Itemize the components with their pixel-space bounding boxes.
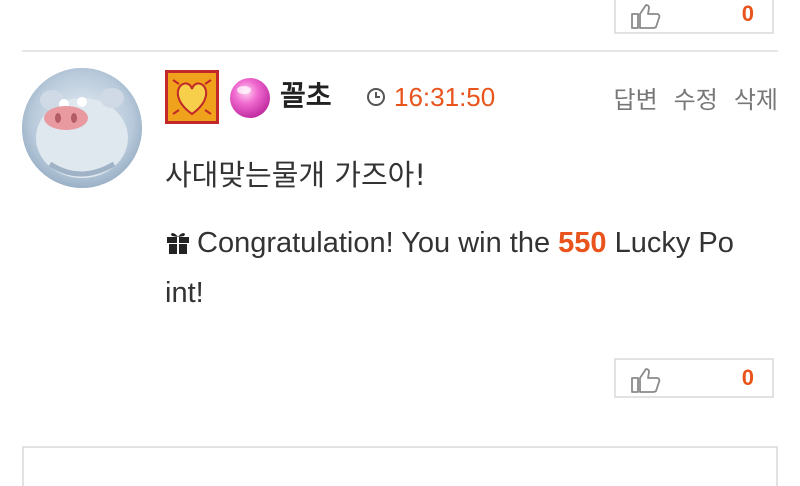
thumbs-up-icon [631,4,661,29]
prize-suffix: Lucky Po [606,227,734,259]
delete-button[interactable]: 삭제 [734,80,778,115]
username[interactable]: 꼴초 [280,74,332,114]
gift-icon [167,233,189,254]
prize-suffix-end: int! [165,277,204,309]
level-badge-icon [165,70,219,124]
avatar[interactable] [22,68,142,188]
prize-points: 550 [558,227,607,259]
prize-prefix: Congratulation! You win the [197,227,559,259]
comment-input-box[interactable] [22,446,778,486]
comment-timestamp: 16:31:50 [394,82,496,112]
comment-divider [22,50,778,52]
comment-actions: 답변 수정 삭제 [613,80,778,115]
thumbs-up-icon [631,368,661,393]
pig-avatar-image [22,68,142,188]
comment-body: 사대맞는물개 가즈아! [165,158,426,192]
lucky-point-notice: Congratulation! You win the 550 Lucky Po… [165,218,785,318]
clock-icon [367,88,385,106]
top-like-button[interactable]: 0 [614,0,774,34]
comment-like-button[interactable]: 0 [614,358,774,398]
pink-gem-icon [230,78,270,118]
reply-button[interactable]: 답변 [613,80,657,115]
like-count: 0 [741,1,754,26]
like-count: 0 [741,365,754,390]
edit-button[interactable]: 수정 [674,80,718,115]
